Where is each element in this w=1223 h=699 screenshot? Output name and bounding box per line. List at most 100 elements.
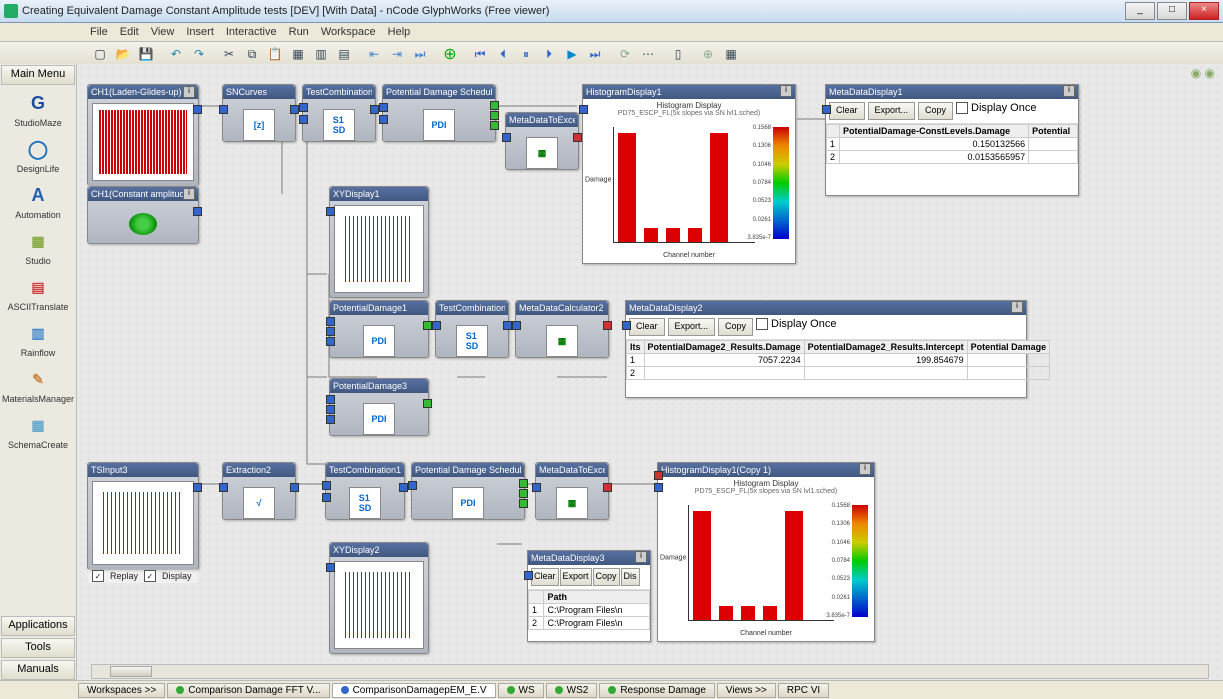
node-ts1[interactable]: CH1(Laden-Glides-up)i ✓Replay✓Display [87,84,199,186]
pause-icon[interactable]: ⏸ [516,44,536,64]
skip-back-icon[interactable]: ⏮ [470,44,490,64]
display-once-checkbox[interactable] [756,318,768,330]
menu-insert[interactable]: Insert [186,26,214,38]
menu-view[interactable]: View [151,26,175,38]
dis-button[interactable]: Dis [621,568,640,586]
toolbar-icon[interactable]: ▦ [288,44,308,64]
sidebar-item-rainflow[interactable]: ▥Rainflow [0,316,76,362]
export-button[interactable]: Export [560,568,592,586]
workspace-tab[interactable]: ComparisonDamagepEM_E.V [332,683,496,698]
meta-table[interactable]: PotentialDamage-ConstLevels.DamagePotent… [826,124,1078,164]
close-icon[interactable]: i [859,463,871,475]
step-fwd-icon[interactable]: ⇥ [387,44,407,64]
ff-icon[interactable]: ⏭ [585,44,605,64]
workspace-tab[interactable]: Response Damage [599,683,715,698]
canvas-help-icons[interactable]: ◉ ◉ [1191,66,1215,80]
node-potentialdamage1[interactable]: PotentialDamage1 PDI [329,300,429,358]
node-metadatatoexcel[interactable]: MetaDataToExcel ▦ [505,112,579,170]
workspaces-button[interactable]: Workspaces >> [78,683,165,698]
workspace-tab[interactable]: WS2 [546,683,598,698]
maximize-button[interactable]: □ [1157,2,1187,20]
node-metadatadisplay3[interactable]: MetaDataDisplay3i Clear Export Copy Dis … [527,550,651,642]
copy-button[interactable]: Copy [918,102,953,120]
toolbar-icon[interactable]: ▥ [311,44,331,64]
close-icon[interactable]: i [1063,85,1075,97]
close-icon[interactable]: i [780,85,792,97]
node-metadatacalc2[interactable]: MetaDataCalculator2 ▦ [515,300,609,358]
sidebar-footer-applications[interactable]: Applications [1,616,75,636]
node-toggle-icon[interactable]: i [183,86,195,98]
refresh-icon[interactable]: ⟳ [615,44,635,64]
play-icon[interactable]: ▶ [562,44,582,64]
meta-table[interactable]: Path 1C:\Program Files\n 2C:\Program Fil… [528,590,650,630]
step-icon[interactable]: ⏭ [410,44,430,64]
meta-table[interactable]: ItsPotentialDamage2_Results.DamagePotent… [626,340,1050,380]
node-pdschedule1copy[interactable]: Potential Damage Schedule Copy PDI [411,462,525,520]
paste-icon[interactable]: 📋 [265,44,285,64]
close-icon[interactable]: i [1011,301,1023,313]
sidebar-item-schema[interactable]: ▦SchemaCreate [0,408,76,454]
views-button[interactable]: Views >> [717,683,776,698]
workspace-tab[interactable]: WS [498,683,544,698]
save-icon[interactable]: 💾 [136,44,156,64]
add-icon[interactable]: ⊕ [440,44,460,64]
export-button[interactable]: Export... [868,102,916,120]
close-button[interactable]: × [1189,2,1219,20]
display-once-checkbox[interactable] [956,102,968,114]
minimize-button[interactable]: _ [1125,2,1155,20]
sidebar-item-studiomaze[interactable]: GStudioMaze [0,86,76,132]
toolbar-icon[interactable]: ⋯ [638,44,658,64]
step-back-icon[interactable]: ⇤ [364,44,384,64]
menu-file[interactable]: File [90,26,108,38]
view-tab[interactable]: RPC VI [778,683,829,698]
node-toggle-icon[interactable]: i [183,188,195,200]
menu-run[interactable]: Run [289,26,309,38]
node-sncurves[interactable]: SNCurves [z] [222,84,296,142]
open-icon[interactable]: 📂 [113,44,133,64]
export-button[interactable]: Export... [668,318,716,336]
node-extraction2[interactable]: Extraction2 √ [222,462,296,520]
device-icon[interactable]: ▯ [668,44,688,64]
copy-button[interactable]: Copy [718,318,753,336]
node-histogram1copy[interactable]: HistogramDisplay1(Copy 1)i Histogram Dis… [657,462,875,642]
menu-edit[interactable]: Edit [120,26,139,38]
toolbar-icon[interactable]: ▤ [334,44,354,64]
node-metadatadisplay2[interactable]: MetaDataDisplay2i Clear Export... Copy D… [625,300,1027,398]
copy-button[interactable]: Copy [593,568,620,586]
undo-icon[interactable]: ↶ [166,44,186,64]
close-icon[interactable]: i [635,551,647,563]
menu-help[interactable]: Help [388,26,411,38]
menu-workspace[interactable]: Workspace [321,26,376,38]
node-testcombination1copy[interactable]: TestCombination1Copy S1 SD [325,462,405,520]
node-pdschedule1[interactable]: Potential Damage Schedule PDI [382,84,496,142]
target-icon[interactable]: ⊕ [698,44,718,64]
sidebar-footer-manuals[interactable]: Manuals [1,660,75,680]
workflow-canvas[interactable]: ◉ ◉ CH1(Laden-Glides-up)i ✓Replay✓Displa… [77,64,1223,681]
clear-button[interactable]: Clear [531,568,559,586]
clear-button[interactable]: Clear [829,102,865,120]
prev-icon[interactable]: ⏴ [493,44,513,64]
sidebar-item-studio[interactable]: ▦Studio [0,224,76,270]
node-xydisplay2[interactable]: XYDisplay2 [329,542,429,654]
next-icon[interactable]: ⏵ [539,44,559,64]
node-potentialdamage3[interactable]: PotentialDamage3 PDI [329,378,429,436]
horizontal-scrollbar[interactable] [91,664,1209,679]
clear-button[interactable]: Clear [629,318,665,336]
node-testcombination2[interactable]: TestCombination2 S1 SD [435,300,509,358]
copy-icon[interactable]: ⧉ [242,44,262,64]
menu-interactive[interactable]: Interactive [226,26,277,38]
redo-icon[interactable]: ↷ [189,44,209,64]
new-icon[interactable]: ▢ [90,44,110,64]
grid-icon[interactable]: ▦ [721,44,741,64]
node-tsinput3[interactable]: TSInput3 ✓Replay✓Display [87,462,199,570]
node-histogram1[interactable]: HistogramDisplay1i Histogram Display PD7… [582,84,796,264]
sidebar-item-asciitranslate[interactable]: ▤ASCIITranslate [0,270,76,316]
node-ts2[interactable]: CH1(Constant amplitude)i [87,186,199,244]
node-metadatadisplay1[interactable]: MetaDataDisplay1i Clear Export... Copy D… [825,84,1079,196]
workspace-tab[interactable]: Comparison Damage FFT V... [167,683,329,698]
cut-icon[interactable]: ✂ [219,44,239,64]
sidebar-item-automation[interactable]: AAutomation [0,178,76,224]
node-metadatatoexcel1copy[interactable]: MetaDataToExcel1Copy ▦ [535,462,609,520]
node-testcombination1[interactable]: TestCombination1 S1 SD [302,84,376,142]
sidebar-footer-tools[interactable]: Tools [1,638,75,658]
